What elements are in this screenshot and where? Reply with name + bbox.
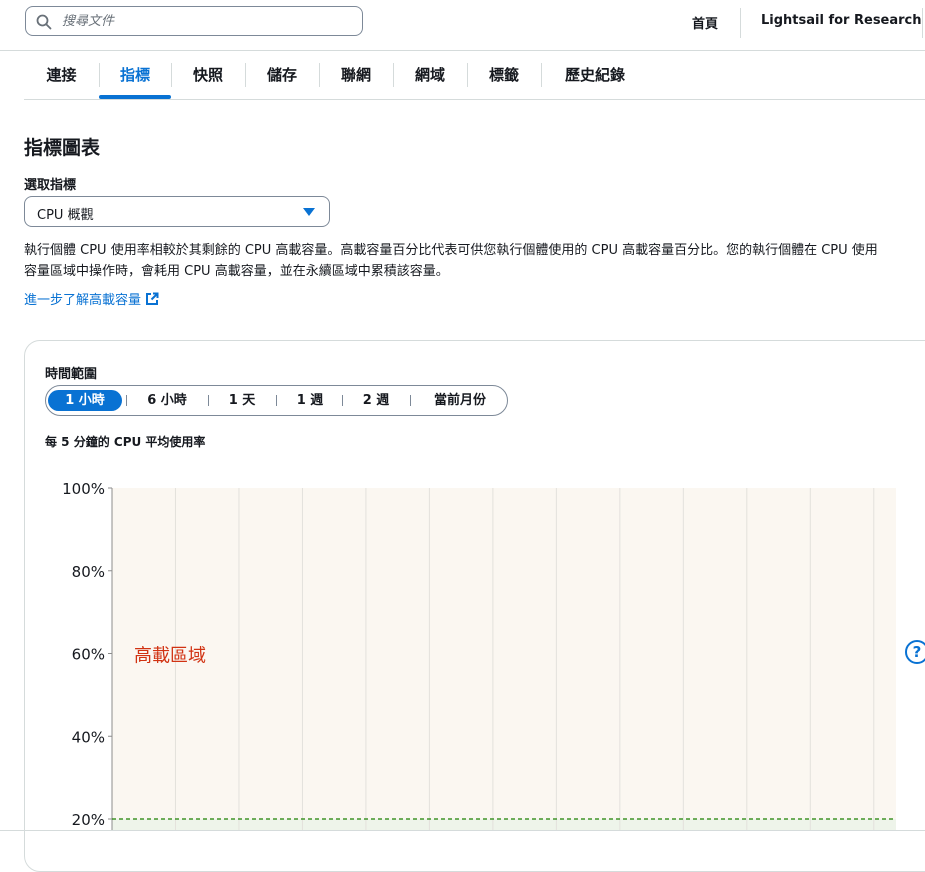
y-tick-label: 80% [72, 563, 105, 581]
y-tick-label: 60% [72, 646, 105, 664]
y-tick-label: 20% [72, 811, 105, 829]
cpu-utilization-chart: 100% 80% 60% 40% 20% 高載區域 [62, 480, 896, 831]
burst-zone-area [112, 488, 896, 819]
burst-zone-label: 高載區域 [134, 646, 206, 667]
help-icon[interactable]: ? [905, 640, 925, 664]
divider [0, 830, 925, 831]
y-tick-label: 40% [72, 728, 105, 746]
y-tick-label: 100% [62, 480, 105, 498]
